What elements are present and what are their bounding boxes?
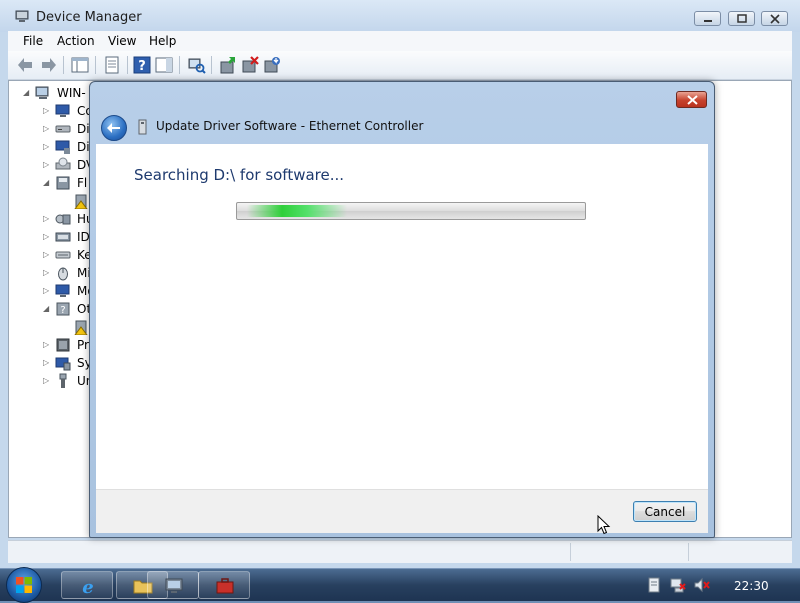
menu-action[interactable]: Action: [57, 34, 95, 48]
minimize-button[interactable]: [694, 11, 721, 26]
dialog-footer: Cancel: [96, 489, 708, 533]
mouse-cursor-icon: [597, 515, 611, 535]
back-arrow-icon: [107, 123, 120, 133]
svg-text:e: e: [82, 577, 93, 595]
device-icon: [138, 119, 147, 135]
update-driver-dialog: Update Driver Software - Ethernet Contro…: [89, 81, 715, 538]
internet-explorer-icon: e: [82, 577, 93, 595]
dvd-drive-icon: [55, 157, 71, 170]
dialog-heading: Searching D:\ for software...: [134, 166, 345, 184]
toolbox-icon: [216, 578, 234, 594]
processor-icon: [56, 338, 70, 352]
dialog-title: Update Driver Software - Ethernet Contro…: [156, 119, 424, 133]
progress-indicator: [247, 205, 347, 217]
mouse-icon: [58, 267, 68, 281]
windows-logo-icon: [16, 577, 32, 593]
svg-text:?: ?: [60, 305, 65, 316]
update-driver-icon[interactable]: [218, 55, 238, 75]
action-pane-icon[interactable]: [154, 55, 174, 75]
other-devices-icon: ?: [56, 302, 70, 316]
taskbar-internet-explorer[interactable]: e: [61, 571, 113, 599]
action-center-icon[interactable]: [646, 577, 662, 593]
properties-icon[interactable]: [102, 55, 122, 75]
floppy-controller-icon: [56, 176, 70, 190]
close-icon: [770, 14, 780, 24]
keyboard-icon: [55, 251, 71, 259]
back-button[interactable]: [101, 115, 127, 141]
system-devices-icon: [55, 357, 71, 371]
close-button[interactable]: [761, 11, 788, 26]
hid-icon: [55, 214, 71, 225]
taskbar-toolbox[interactable]: [198, 571, 250, 599]
device-manager-icon: [15, 10, 29, 22]
status-bar: [8, 540, 792, 563]
monitor-icon: [55, 284, 70, 297]
taskbar-device-manager[interactable]: [147, 571, 199, 599]
network-disconnected-icon[interactable]: [670, 577, 686, 593]
toolbar: ?: [8, 51, 792, 80]
dialog-content: Searching D:\ for software...: [96, 144, 708, 489]
menu-view[interactable]: View: [108, 34, 136, 48]
cancel-button[interactable]: Cancel: [633, 501, 697, 522]
ide-controller-icon: [55, 232, 71, 242]
svg-text:?: ?: [138, 59, 146, 74]
close-icon: [687, 95, 698, 105]
help-icon[interactable]: ?: [132, 55, 152, 75]
usb-controller-icon: [59, 373, 67, 388]
menu-bar: File Action View Help: [8, 31, 792, 51]
menu-help[interactable]: Help: [149, 34, 176, 48]
back-arrow-icon[interactable]: [16, 55, 36, 75]
window-title: Device Manager: [36, 10, 142, 25]
computer-icon: [35, 86, 49, 99]
taskbar: e 22:30: [0, 567, 800, 603]
minimize-icon: [704, 20, 712, 22]
monitor-icon: [55, 104, 70, 117]
warning-device-icon: [74, 194, 88, 209]
disk-drive-icon: [55, 125, 71, 133]
menu-file[interactable]: File: [23, 34, 43, 48]
start-button[interactable]: [6, 567, 42, 603]
maximize-icon: [737, 14, 747, 23]
uninstall-device-icon[interactable]: [240, 55, 260, 75]
progress-bar: [236, 202, 586, 220]
display-adapter-icon: [55, 140, 70, 154]
forward-arrow-icon[interactable]: [38, 55, 58, 75]
maximize-button[interactable]: [728, 11, 755, 26]
system-clock[interactable]: 22:30: [734, 579, 769, 593]
device-manager-icon: [165, 578, 183, 593]
title-bar[interactable]: Device Manager: [0, 0, 800, 32]
warning-device-icon: [74, 320, 88, 335]
dialog-close-button[interactable]: [676, 91, 707, 108]
disable-device-icon[interactable]: [262, 55, 282, 75]
volume-muted-icon[interactable]: [694, 577, 710, 593]
scan-hardware-changes-icon[interactable]: [186, 55, 206, 75]
show-hide-console-tree-icon[interactable]: [70, 55, 90, 75]
